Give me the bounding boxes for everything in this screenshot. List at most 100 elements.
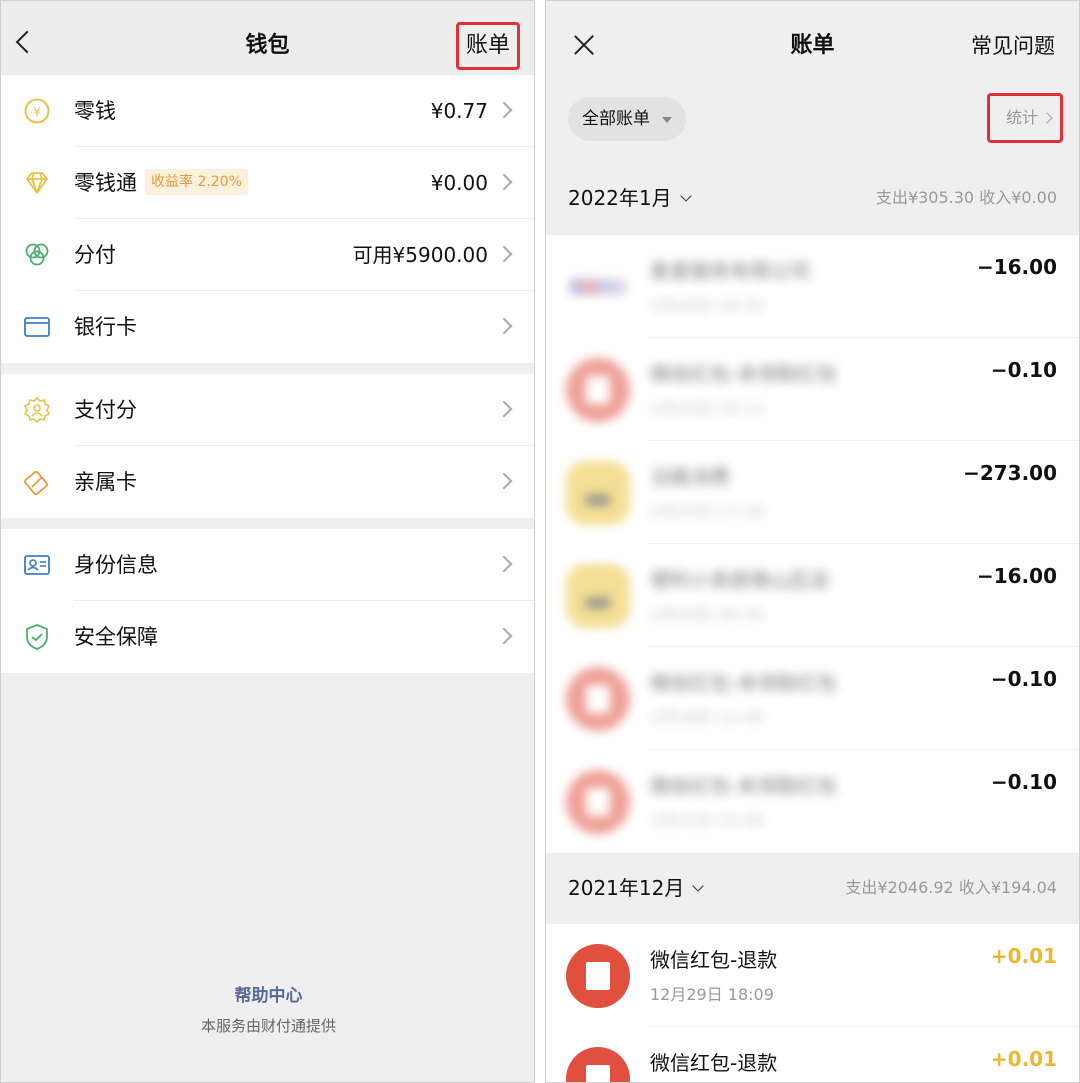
faq-link[interactable]: 常见问题 [971,1,1055,91]
wallet-item-identity[interactable]: 身份信息 [1,529,534,601]
transaction-amount: +0.01 [990,944,1057,968]
month-summary: 支出¥305.30 收入¥0.00 [875,188,1057,207]
red-packet-avatar [566,770,630,834]
transaction-row[interactable]: 微信红包-退款 +0.01 [546,1027,1079,1082]
chevron-right-icon [1041,112,1053,124]
transaction-row[interactable]: 微信红包-未领取红包 1月25日 16:12 −0.10 [546,338,1079,441]
transaction-name: 沿路消费 [650,465,730,489]
transaction-name: 微信红包-未领取红包 [650,362,838,386]
month-selector[interactable]: 2021年12月 [568,852,705,924]
wallet-item-label-text: 零钱通 [74,171,137,195]
transaction-amount: −16.00 [976,564,1057,588]
bank-card-icon [24,317,50,337]
transaction-amount: −0.10 [990,667,1057,691]
wallet-item-label: 零钱通 收益率 2.20% [74,147,248,219]
wallet-item-fenfu[interactable]: 分付 可用¥5900.00 [1,219,534,291]
provider-note: 本服务由财付通提供 [200,1017,336,1035]
chevron-right-icon [495,101,513,119]
transaction-row[interactable]: 沿路消费 1月23日 17:34 −273.00 [546,441,1079,544]
chevron-right-icon [495,245,513,263]
wallet-item-label: 安全保障 [74,625,158,649]
transaction-name: 微信红包-退款 [650,948,778,972]
wallet-panel: 钱包 账单 ¥ 零钱 ¥0.77 零钱通 收益率 2.20% ¥0.00 分付 可… [0,0,535,1083]
wallet-item-bank-card[interactable]: 银行卡 [1,291,534,363]
wallet-item-value: 可用¥5900.00 [352,243,488,267]
wallet-group-funds: ¥ 零钱 ¥0.77 零钱通 收益率 2.20% ¥0.00 分付 可用¥5900… [1,75,534,363]
wallet-item-family-card[interactable]: 亲属卡 [1,446,534,518]
wallet-group-security: 身份信息 安全保障 [1,529,534,673]
merchant-avatar [566,461,630,525]
transaction-row[interactable]: 便利小卖部南山区店 1月20日 09:30 −16.00 [546,544,1079,647]
month-selector[interactable]: 2022年1月 [568,162,692,234]
transaction-time: 12月29日 18:09 [650,985,774,1004]
diamond-icon [26,172,48,194]
transaction-row[interactable]: 微信红包-退款 12月29日 18:09 +0.01 [546,924,1079,1027]
yield-badge: 收益率 2.20% [145,169,248,195]
wallet-item-security[interactable]: 安全保障 [1,601,534,673]
month-header[interactable]: 2021年12月 支出¥2046.92 收入¥194.04 [546,852,1079,924]
transaction-row[interactable]: 微信红包-未领取红包 1月18日 12:49 −0.10 [546,647,1079,750]
transaction-name: 麦麦服务有限公司 [650,259,810,283]
shield-icon [26,624,48,650]
wallet-item-change[interactable]: ¥ 零钱 ¥0.77 [1,75,534,147]
transaction-amount: +0.01 [990,1047,1057,1071]
transaction-row[interactable]: 微信红包-未领取红包 1月11日 15:08 −0.10 [546,750,1079,853]
transaction-time: 1月20日 09:30 [650,605,764,624]
month-label: 2022年1月 [568,186,672,210]
wallet-item-label: 支付分 [74,398,137,422]
transaction-time: 1月26日 18:35 [650,296,764,315]
wallet-header: 钱包 账单 [1,1,534,75]
transaction-amount: −16.00 [976,255,1057,279]
red-packet-avatar [566,1047,630,1082]
id-card-icon [24,555,50,575]
bill-filter-dropdown[interactable]: 全部账单 [568,97,686,141]
stats-button[interactable]: 统计 [987,93,1063,143]
help-center-link[interactable]: 帮助中心 [1,981,534,1006]
bill-button[interactable]: 账单 [456,22,520,70]
chevron-down-icon [692,880,705,892]
transaction-name: 便利小卖部南山区店 [650,568,830,592]
transaction-row[interactable]: 麦麦服务有限公司 1月26日 18:35 −16.00 [546,235,1079,338]
chevron-down-icon [679,190,692,202]
chevron-right-icon [495,627,513,645]
month-label: 2021年12月 [568,876,685,900]
yuan-coin-icon: ¥ [24,98,50,124]
transaction-name: 微信红包-未领取红包 [650,774,838,798]
transaction-time: 1月11日 15:08 [650,811,764,830]
red-packet-avatar [566,667,630,731]
merchant-avatar [566,564,630,628]
transaction-time: 1月18日 12:49 [650,708,764,727]
transaction-name: 微信红包-未领取红包 [650,671,838,695]
wallet-item-label: 银行卡 [74,315,137,339]
svg-text:¥: ¥ [33,105,41,119]
wallet-item-value: ¥0.77 [430,99,488,123]
fenfu-icon [25,243,49,266]
merchant-avatar [566,255,630,319]
transaction-amount: −0.10 [990,358,1057,382]
red-packet-avatar [566,944,630,1008]
transaction-amount: −0.10 [990,770,1057,794]
transaction-name: 微信红包-退款 [650,1051,778,1075]
wallet-item-label: 零钱 [74,99,116,123]
transaction-time: 1月25日 16:12 [650,399,764,418]
transaction-amount: −273.00 [963,461,1057,485]
filter-label: 全部账单 [582,109,650,129]
wallet-item-pay-score[interactable]: 支付分 [1,374,534,446]
wallet-item-lingqiantong[interactable]: 零钱通 收益率 2.20% ¥0.00 [1,147,534,219]
chevron-right-icon [495,173,513,191]
close-icon[interactable] [573,34,595,56]
red-packet-avatar [566,358,630,422]
month-header[interactable]: 2022年1月 支出¥305.30 收入¥0.00 [546,162,1079,234]
pay-score-icon [24,397,50,423]
wallet-item-label: 分付 [74,243,116,267]
family-card-icon [24,470,48,496]
wallet-group-services: 支付分 亲属卡 [1,374,534,518]
transaction-time: 1月23日 17:34 [650,502,764,521]
chevron-right-icon [495,472,513,490]
wallet-item-value: ¥0.00 [430,171,488,195]
bill-panel: 账单 常见问题 全部账单 统计 2022年1月 支出¥305.30 收入¥0.0… [545,0,1080,1083]
wallet-item-label: 亲属卡 [74,470,137,494]
chevron-right-icon [495,400,513,418]
chevron-right-icon [495,555,513,573]
stats-label: 统计 [1006,108,1039,127]
